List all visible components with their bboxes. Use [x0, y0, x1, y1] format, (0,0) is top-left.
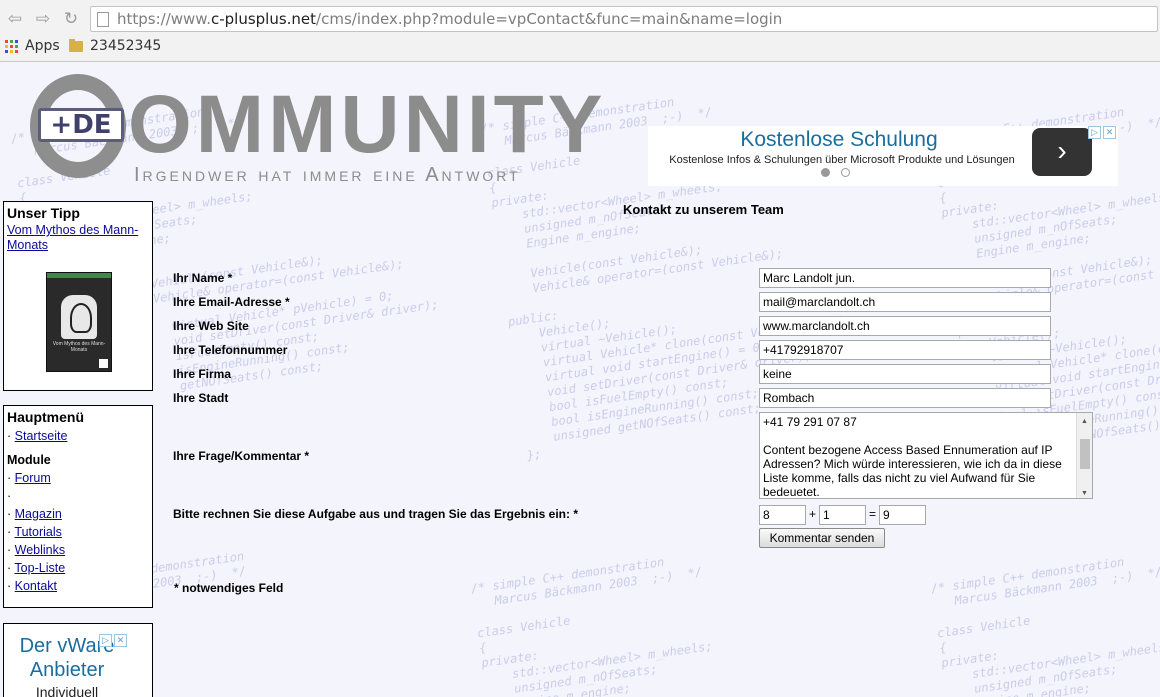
- scroll-thumb[interactable]: [1080, 439, 1090, 469]
- captcha-b-input[interactable]: 1: [819, 505, 866, 525]
- page-content: /* simple C++ demonstration Marcus Bäckm…: [0, 62, 1160, 697]
- comment-textarea[interactable]: +41 79 291 07 87 Content bezogene Access…: [759, 412, 1093, 499]
- menu-item-kontakt: · Kontakt: [7, 579, 58, 593]
- menu-link-tutorials[interactable]: Tutorials: [14, 525, 61, 539]
- menu-link-kontakt[interactable]: Kontakt: [15, 579, 57, 593]
- phone-input[interactable]: +41792918707: [759, 340, 1051, 360]
- company-label: Ihre Firma: [173, 367, 232, 381]
- side-ad-text[interactable]: Individuell: [8, 684, 126, 697]
- name-label: Ihr Name *: [173, 271, 233, 285]
- menu-link-weblinks[interactable]: Weblinks: [15, 543, 65, 557]
- publisher-logo: [99, 359, 108, 368]
- menu-item-weblinks: · Weblinks: [7, 543, 66, 557]
- main-menu-title: Hauptmenü: [7, 409, 84, 425]
- menu-link-forum[interactable]: Forum: [15, 471, 51, 485]
- comment-line-body: Content bezogene Access Based Ennumerati…: [763, 443, 1066, 499]
- adchoices-icon[interactable]: ▷: [99, 634, 112, 647]
- menu-link-magazin[interactable]: Magazin: [15, 507, 62, 521]
- menu-item-tutorials: · Tutorials: [7, 525, 62, 539]
- email-input[interactable]: mail@marclandolt.ch: [759, 292, 1051, 312]
- website-label: Ihre Web Site: [173, 319, 249, 333]
- tip-box-title: Unser Tipp: [7, 205, 80, 221]
- url-text[interactable]: https://www.c-plusplus.net/cms/index.php…: [117, 10, 782, 28]
- back-icon[interactable]: ⇦: [4, 9, 26, 29]
- book-cover-stripe: [47, 273, 111, 278]
- main-menu: Hauptmenü · Startseite Module · Forum · …: [3, 405, 153, 608]
- code-background: /* simple C++ demonstration Marcus Bäckm…: [470, 554, 714, 697]
- ad-dot[interactable]: [841, 168, 850, 177]
- menu-item-startseite: · Startseite: [7, 429, 68, 443]
- city-input[interactable]: Rombach: [759, 388, 1051, 408]
- menu-item-forum: · Forum: [7, 471, 51, 485]
- comment-scrollbar[interactable]: ▲ ▼: [1076, 413, 1092, 498]
- captcha-a-input[interactable]: 8: [759, 505, 806, 525]
- menu-item-magazin: · Magazin: [7, 507, 62, 521]
- comment-label: Ihre Frage/Kommentar *: [173, 449, 310, 463]
- captcha-equals: =: [869, 507, 877, 521]
- logo-badge: +DE: [38, 108, 124, 142]
- chevron-right-icon[interactable]: ›: [1032, 128, 1092, 176]
- close-icon[interactable]: ✕: [1103, 126, 1116, 139]
- bookmarks-bar: Apps 23452345: [0, 36, 1160, 60]
- page-icon: [97, 12, 109, 27]
- bookmark-apps[interactable]: Apps: [25, 38, 60, 54]
- menu-link-startseite[interactable]: Startseite: [15, 429, 68, 443]
- book-cover-art: [61, 295, 97, 339]
- tip-link[interactable]: Vom Mythos des Mann-Monats: [4, 223, 152, 253]
- scroll-up-icon[interactable]: ▲: [1081, 415, 1088, 429]
- adchoices-icon[interactable]: ▷: [1088, 126, 1101, 139]
- address-bar[interactable]: https://www.c-plusplus.net/cms/index.php…: [90, 6, 1158, 32]
- side-ad[interactable]: Der vWare Anbieter Individuell ▷ ✕: [3, 623, 153, 697]
- reload-icon[interactable]: ↻: [60, 9, 82, 29]
- book-caption: Vom Mythos des Mann-Monats: [52, 341, 106, 353]
- submit-button[interactable]: Kommentar senden: [759, 528, 885, 548]
- email-label: Ihre Email-Adresse *: [173, 295, 290, 309]
- captcha-label: Bitte rechnen Sie diese Aufgabe aus und …: [173, 507, 578, 521]
- required-note: * notwendiges Feld: [174, 581, 284, 595]
- tip-box: Unser Tipp Vom Mythos des Mann-Monats Vo…: [3, 201, 153, 391]
- code-background: /* simple C++ demonstration Marcus Bäckm…: [930, 554, 1160, 697]
- menu-link-top-liste[interactable]: Top-Liste: [14, 561, 65, 575]
- modules-title: Module: [7, 453, 51, 467]
- close-icon[interactable]: ✕: [114, 634, 127, 647]
- book-cover-image[interactable]: Vom Mythos des Mann-Monats: [46, 272, 112, 372]
- forward-icon[interactable]: ⇨: [32, 9, 54, 29]
- website-input[interactable]: www.marclandolt.ch: [759, 316, 1051, 336]
- apps-grid-icon: [5, 40, 18, 53]
- form-title: Kontakt zu unserem Team: [623, 202, 784, 217]
- browser-chrome: ⇦ ⇨ ↻ https://www.c-plusplus.net/cms/ind…: [0, 0, 1160, 62]
- logo-subtitle: Irgendwer hat immer eine Antwort: [134, 164, 521, 186]
- name-input[interactable]: Marc Landolt jun.: [759, 268, 1051, 288]
- ad-banner[interactable]: Kostenlose Schulung Kostenlose Infos & S…: [648, 126, 1118, 186]
- site-logo[interactable]: +DE OMMUNITY Irgendwer hat immer eine An…: [28, 70, 628, 186]
- ad-title[interactable]: Kostenlose Schulung: [648, 128, 1030, 152]
- ad-text[interactable]: Kostenlose Infos & Schulungen über Micro…: [652, 154, 1032, 166]
- logo-title: OMMUNITY: [128, 79, 607, 170]
- comment-line-phone: +41 79 291 07 87: [763, 415, 857, 429]
- ad-dot-active[interactable]: [821, 168, 830, 177]
- company-input[interactable]: keine: [759, 364, 1051, 384]
- captcha-result-input[interactable]: 9: [879, 505, 926, 525]
- city-label: Ihre Stadt: [173, 391, 229, 405]
- menu-item-empty: ·: [7, 489, 12, 503]
- menu-item-top-liste: · Top-Liste: [7, 561, 66, 575]
- scroll-down-icon[interactable]: ▼: [1081, 487, 1088, 498]
- phone-label: Ihre Telefonnummer: [173, 343, 288, 357]
- captcha-operator: +: [809, 507, 817, 521]
- folder-icon: [69, 39, 83, 52]
- bookmark-folder[interactable]: 23452345: [90, 38, 161, 54]
